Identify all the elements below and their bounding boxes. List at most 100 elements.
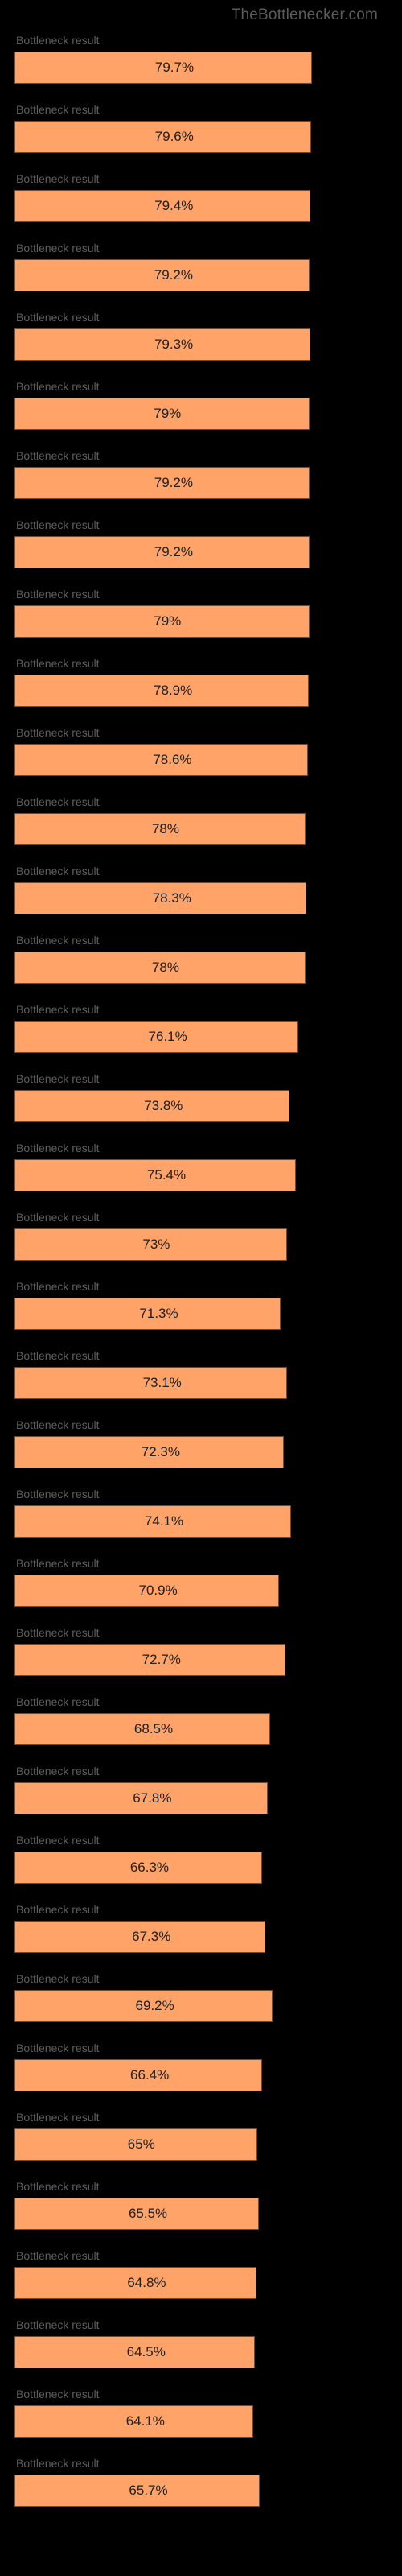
- bar-value-label: 69.2%: [136, 1998, 174, 2014]
- chart-row: Bottleneck result 65.5%: [14, 2180, 388, 2230]
- chart-row: Bottleneck result 79.2%: [14, 242, 388, 291]
- bar-value-label: 64.8%: [127, 2275, 166, 2291]
- chart-row: Bottleneck result65.7%: [14, 2457, 388, 2507]
- bar-value-label: 79.2%: [154, 544, 193, 560]
- bar-track: 65.5%: [14, 2198, 388, 2230]
- bar-value-label: 79.7%: [155, 60, 194, 76]
- bar-value-label: 65.5%: [129, 2206, 167, 2222]
- bar-track: 66.4%: [14, 2059, 388, 2091]
- bar-track: 78%: [14, 952, 388, 984]
- bar-value-label: 79%: [154, 613, 181, 630]
- bar-value-label: 72.3%: [142, 1444, 180, 1460]
- row-category-label: Bottleneck result: [14, 1072, 388, 1085]
- row-category-label: Bottleneck result: [14, 865, 388, 877]
- bar-value-label: 67.3%: [132, 1929, 170, 1945]
- site-link[interactable]: TheBottlenecker.com: [232, 6, 378, 23]
- bar-track: 72.7%: [14, 1644, 388, 1676]
- bar-track: 64.8%: [14, 2267, 388, 2299]
- bar-value-label: 64.5%: [127, 2344, 166, 2360]
- bar-value-label: 65.7%: [129, 2483, 167, 2499]
- bar-value-label: 73%: [142, 1236, 170, 1253]
- chart-row: Bottleneck result66.4%: [14, 2041, 388, 2091]
- bar-value-label: 79.2%: [154, 267, 193, 283]
- bar-value-label: 78.9%: [154, 683, 192, 699]
- row-category-label: Bottleneck result: [14, 726, 388, 739]
- bar-track: 79.4%: [14, 190, 388, 222]
- bar-track: 79.6%: [14, 121, 388, 153]
- bar-track: 69.2%: [14, 1990, 388, 2022]
- bar-value-label: 75.4%: [147, 1167, 186, 1183]
- row-category-label: Bottleneck result: [14, 2180, 388, 2193]
- chart-row: Bottleneck result79.3%: [14, 311, 388, 361]
- bar-value-label: 70.9%: [138, 1583, 177, 1599]
- row-category-label: Bottleneck result: [14, 1626, 388, 1639]
- bar-track: 78.9%: [14, 675, 388, 707]
- row-category-label: Bottleneck result: [14, 1003, 388, 1016]
- chart-row: Bottleneck result69.2%: [14, 1972, 388, 2022]
- chart-row: Bottleneck result 72.3%: [14, 1418, 388, 1468]
- bar-track: 67.8%: [14, 1782, 388, 1814]
- row-category-label: Bottleneck result: [14, 242, 388, 254]
- bar-value-label: 79.6%: [155, 129, 194, 145]
- bar-value-label: 78%: [152, 960, 179, 976]
- bar-value-label: 79%: [154, 406, 181, 422]
- bar-value-label: 68.5%: [134, 1721, 173, 1737]
- chart-row: Bottleneck result79.2%: [14, 449, 388, 499]
- bar-track: 71.3%: [14, 1298, 388, 1330]
- bar-track: 73.8%: [14, 1090, 388, 1122]
- chart-row: Bottleneck result71.3%: [14, 1280, 388, 1330]
- bar-track: 79.2%: [14, 536, 388, 568]
- bar-value-label: 72.7%: [142, 1652, 181, 1668]
- chart-row: Bottleneck result 72.7%: [14, 1626, 388, 1676]
- header: TheBottlenecker.com: [0, 6, 402, 24]
- bar-value-label: 78.6%: [153, 752, 191, 768]
- chart-row: Bottleneck result 79%: [14, 588, 388, 638]
- bar-value-label: 66.4%: [130, 2067, 169, 2083]
- chart-row: Bottleneck result 78.3%: [14, 865, 388, 914]
- row-category-label: Bottleneck result: [14, 518, 388, 531]
- chart-row: Bottleneck result 73.8%: [14, 1072, 388, 1122]
- row-category-label: Bottleneck result: [14, 1903, 388, 1916]
- bar-track: 78.3%: [14, 882, 388, 914]
- row-category-label: Bottleneck result: [14, 588, 388, 601]
- chart-row: Bottleneck result67.8%: [14, 1765, 388, 1814]
- row-category-label: Bottleneck result: [14, 1418, 388, 1431]
- chart-row: Bottleneck result 78.6%: [14, 726, 388, 776]
- bar-value-label: 66.3%: [130, 1860, 169, 1876]
- row-category-label: Bottleneck result: [14, 172, 388, 185]
- chart-row: Bottleneck result68.5%: [14, 1695, 388, 1745]
- row-category-label: Bottleneck result: [14, 34, 388, 47]
- row-category-label: Bottleneck result: [14, 2111, 388, 2124]
- row-category-label: Bottleneck result: [14, 2249, 388, 2262]
- bar-track: 64.1%: [14, 2405, 388, 2438]
- chart-row: Bottleneck result74.1%: [14, 1488, 388, 1538]
- bar-track: 73%: [14, 1228, 388, 1261]
- bar-track: 65%: [14, 2128, 388, 2161]
- bar-track: 73.1%: [14, 1367, 388, 1399]
- bar-track: 79%: [14, 398, 388, 430]
- bar-value-label: 64.1%: [126, 2413, 165, 2429]
- bar-track: 74.1%: [14, 1505, 388, 1538]
- bar-track: 68.5%: [14, 1713, 388, 1745]
- chart-row: Bottleneck result 64.8%: [14, 2249, 388, 2299]
- row-category-label: Bottleneck result: [14, 2388, 388, 2401]
- bar-track: 70.9%: [14, 1575, 388, 1607]
- chart-row: Bottleneck result 79.2%: [14, 518, 388, 568]
- row-category-label: Bottleneck result: [14, 1211, 388, 1224]
- bar-track: 79%: [14, 605, 388, 638]
- bar-value-label: 67.8%: [133, 1790, 171, 1806]
- row-category-label: Bottleneck result: [14, 657, 388, 670]
- bar-track: 76.1%: [14, 1021, 388, 1053]
- chart-row: Bottleneck result64.5%: [14, 2318, 388, 2368]
- bar-value-label: 79.2%: [154, 475, 193, 491]
- chart-row: Bottleneck result 79.7%: [14, 34, 388, 84]
- bar-value-label: 76.1%: [149, 1029, 187, 1045]
- chart-row: Bottleneck result 73%: [14, 1211, 388, 1261]
- bar-value-label: 79.4%: [154, 198, 193, 214]
- bar-value-label: 73.8%: [144, 1098, 183, 1114]
- chart-row: Bottleneck result 79.4%: [14, 172, 388, 222]
- row-category-label: Bottleneck result: [14, 1141, 388, 1154]
- row-category-label: Bottleneck result: [14, 380, 388, 393]
- row-category-label: Bottleneck result: [14, 795, 388, 808]
- bar-value-label: 65%: [128, 2136, 155, 2153]
